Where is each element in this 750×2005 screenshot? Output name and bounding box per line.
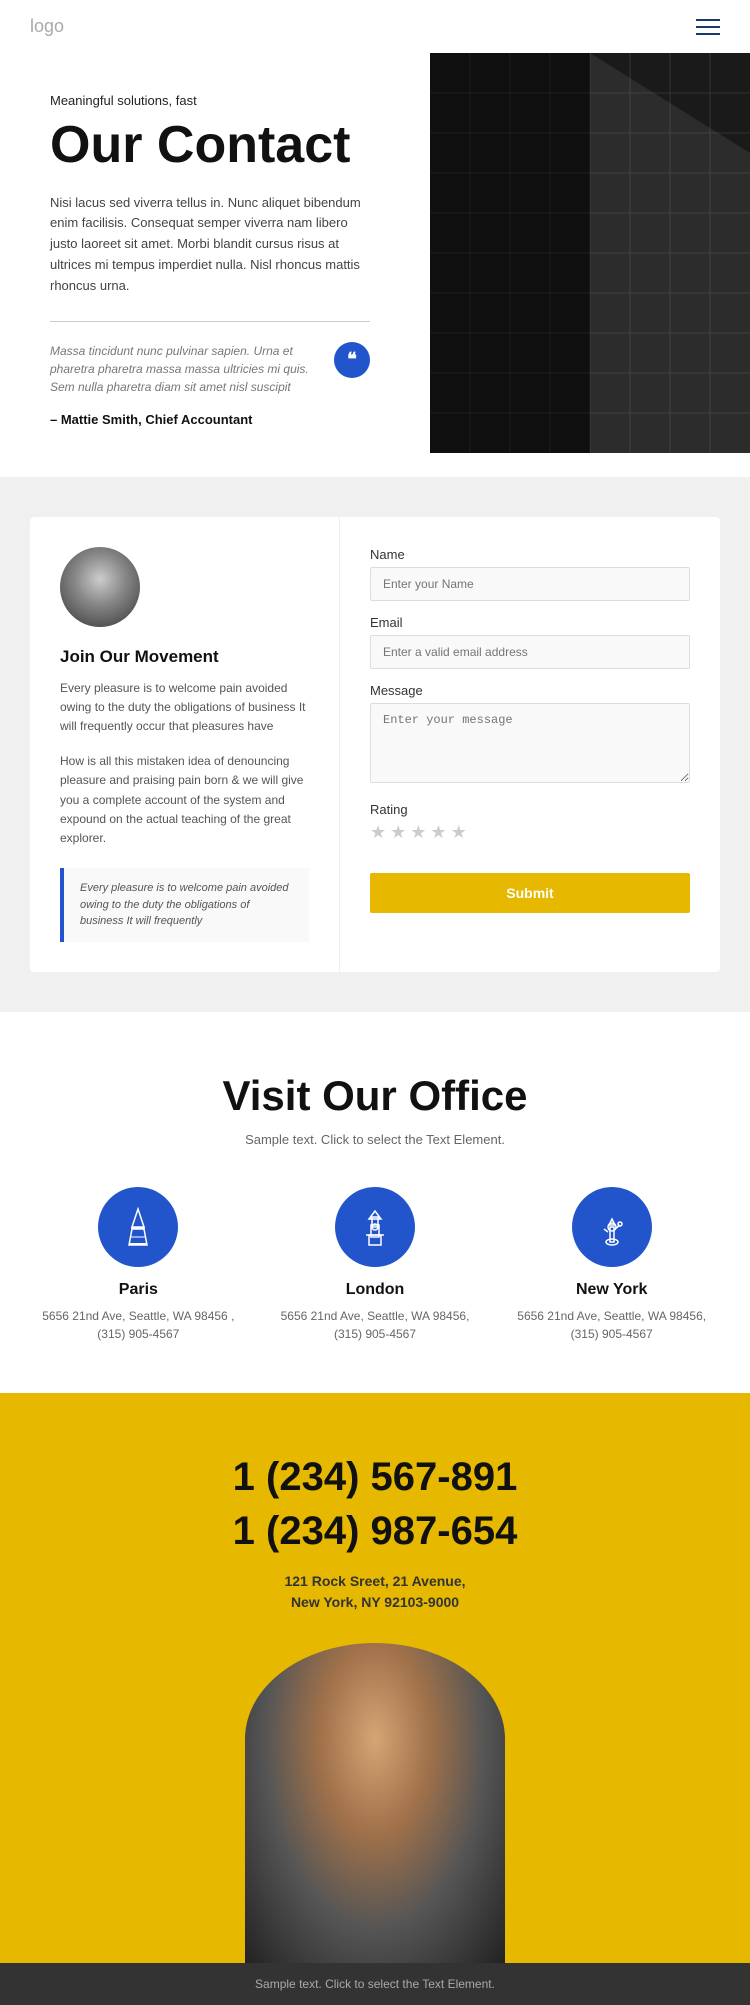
email-label: Email bbox=[370, 615, 690, 630]
cta-phone1: 1 (234) 567-891 bbox=[30, 1453, 720, 1501]
hero-content: Meaningful solutions, fast Our Contact N… bbox=[50, 93, 370, 427]
join-desc2: How is all this mistaken idea of denounc… bbox=[60, 752, 309, 848]
rating-field-group: Rating ★ ★ ★ ★ ★ bbox=[370, 802, 690, 843]
paris-icon bbox=[98, 1187, 178, 1267]
london-city: London bbox=[346, 1281, 405, 1299]
rating-stars[interactable]: ★ ★ ★ ★ ★ bbox=[370, 822, 690, 843]
hero-section: Meaningful solutions, fast Our Contact N… bbox=[0, 53, 750, 477]
hero-building-image bbox=[430, 53, 750, 453]
blockquote: Every pleasure is to welcome pain avoide… bbox=[60, 868, 309, 942]
message-label: Message bbox=[370, 683, 690, 698]
hero-author: – Mattie Smith, Chief Accountant bbox=[50, 412, 370, 427]
join-title: Join Our Movement bbox=[60, 647, 309, 667]
card-left: Join Our Movement Every pleasure is to w… bbox=[30, 517, 340, 972]
paris-address: 5656 21nd Ave, Seattle, WA 98456 , (315)… bbox=[30, 1307, 247, 1343]
middle-card: Join Our Movement Every pleasure is to w… bbox=[30, 517, 720, 972]
hero-quote-block: Massa tincidunt nunc pulvinar sapien. Ur… bbox=[50, 342, 370, 396]
office-subtitle: Sample text. Click to select the Text El… bbox=[30, 1132, 720, 1147]
footer-text: Sample text. Click to select the Text El… bbox=[30, 1977, 720, 1991]
paris-city: Paris bbox=[119, 1281, 158, 1299]
office-section: Visit Our Office Sample text. Click to s… bbox=[0, 1012, 750, 1393]
newyork-icon bbox=[572, 1187, 652, 1267]
name-label: Name bbox=[370, 547, 690, 562]
hero-subtitle: Meaningful solutions, fast bbox=[50, 93, 370, 108]
message-input[interactable] bbox=[370, 703, 690, 783]
hamburger-button[interactable] bbox=[696, 19, 720, 35]
newyork-address: 5656 21nd Ave, Seattle, WA 98456, (315) … bbox=[503, 1307, 720, 1343]
email-input[interactable] bbox=[370, 635, 690, 669]
submit-button[interactable]: Submit bbox=[370, 873, 690, 913]
star-4[interactable]: ★ bbox=[430, 822, 446, 843]
rating-label: Rating bbox=[370, 802, 690, 817]
cta-phone2: 1 (234) 987-654 bbox=[30, 1507, 720, 1555]
message-field-group: Message bbox=[370, 683, 690, 788]
footer: Sample text. Click to select the Text El… bbox=[0, 1963, 750, 2005]
london-icon bbox=[335, 1187, 415, 1267]
header: logo bbox=[0, 0, 750, 53]
office-paris: Paris 5656 21nd Ave, Seattle, WA 98456 ,… bbox=[30, 1187, 247, 1343]
cta-section: 1 (234) 567-891 1 (234) 987-654 121 Rock… bbox=[0, 1393, 750, 1963]
office-grid: Paris 5656 21nd Ave, Seattle, WA 98456 ,… bbox=[30, 1187, 720, 1343]
avatar bbox=[60, 547, 140, 627]
newyork-city: New York bbox=[576, 1281, 647, 1299]
blockquote-text: Every pleasure is to welcome pain avoide… bbox=[80, 880, 293, 930]
quote-icon: ❝ bbox=[334, 342, 370, 378]
star-1[interactable]: ★ bbox=[370, 822, 386, 843]
office-london: London 5656 21nd Ave, Seattle, WA 98456,… bbox=[267, 1187, 484, 1343]
hero-description: Nisi lacus sed viverra tellus in. Nunc a… bbox=[50, 193, 370, 297]
card-right: Name Email Message Rating ★ ★ ★ ★ ★ bbox=[340, 517, 720, 972]
star-3[interactable]: ★ bbox=[410, 822, 426, 843]
name-field-group: Name bbox=[370, 547, 690, 601]
name-input[interactable] bbox=[370, 567, 690, 601]
cta-person-image bbox=[245, 1643, 505, 1963]
cta-address: 121 Rock Sreet, 21 Avenue, New York, NY … bbox=[30, 1571, 720, 1613]
hero-quote-text: Massa tincidunt nunc pulvinar sapien. Ur… bbox=[50, 342, 322, 396]
hero-title: Our Contact bbox=[50, 118, 370, 173]
office-title: Visit Our Office bbox=[30, 1072, 720, 1120]
middle-section: Join Our Movement Every pleasure is to w… bbox=[0, 477, 750, 1012]
join-desc1: Every pleasure is to welcome pain avoide… bbox=[60, 679, 309, 737]
london-address: 5656 21nd Ave, Seattle, WA 98456, (315) … bbox=[267, 1307, 484, 1343]
star-5[interactable]: ★ bbox=[451, 822, 467, 843]
logo: logo bbox=[30, 16, 64, 37]
office-newyork: New York 5656 21nd Ave, Seattle, WA 9845… bbox=[503, 1187, 720, 1343]
email-field-group: Email bbox=[370, 615, 690, 669]
star-2[interactable]: ★ bbox=[390, 822, 406, 843]
hero-divider bbox=[50, 321, 370, 322]
